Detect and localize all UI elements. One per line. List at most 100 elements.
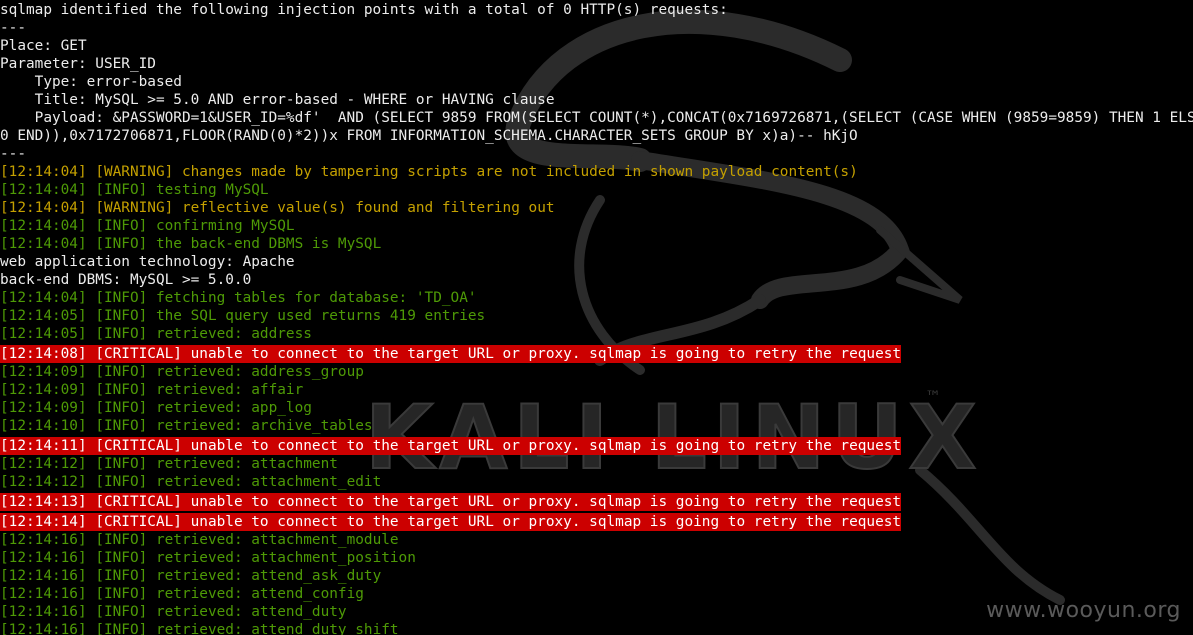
output-line: web application technology: Apache bbox=[0, 254, 295, 270]
info-log-line: [12:14:12] [INFO] retrieved: attachment_… bbox=[0, 473, 1193, 491]
log-message: changes made by tampering scripts are no… bbox=[181, 164, 858, 180]
log-timestamp: [12:14:04] bbox=[0, 182, 87, 198]
log-message: confirming MySQL bbox=[155, 218, 295, 234]
log-timestamp: [12:14:10] bbox=[0, 418, 87, 434]
log-level: [INFO] bbox=[95, 550, 148, 566]
log-timestamp: [12:14:08] bbox=[0, 346, 87, 362]
log-level: [INFO] bbox=[95, 474, 148, 490]
log-level: [INFO] bbox=[95, 382, 148, 398]
log-message: retrieved: app_log bbox=[155, 400, 312, 416]
terminal-window[interactable]: KALI LINUX ™ www.wooyun.org sqlmap ident… bbox=[0, 0, 1193, 635]
log-level: [INFO] bbox=[95, 456, 148, 472]
warning-log-line: [12:14:04] [WARNING] reflective value(s)… bbox=[0, 199, 1193, 217]
log-message: retrieved: attachment_module bbox=[155, 532, 399, 548]
info-log-line: [12:14:04] [INFO] fetching tables for da… bbox=[0, 289, 1193, 307]
log-timestamp: [12:14:04] bbox=[0, 236, 87, 252]
output-line: --- bbox=[0, 20, 26, 36]
log-level: [INFO] bbox=[95, 326, 148, 342]
log-timestamp: [12:14:16] bbox=[0, 622, 87, 635]
log-timestamp: [12:14:16] bbox=[0, 568, 87, 584]
log-message: unable to connect to the target URL or p… bbox=[190, 514, 902, 530]
info-log-line: [12:14:05] [INFO] the SQL query used ret… bbox=[0, 307, 1193, 325]
log-timestamp: [12:14:11] bbox=[0, 438, 87, 454]
log-timestamp: [12:14:05] bbox=[0, 308, 87, 324]
log-timestamp: [12:14:16] bbox=[0, 586, 87, 602]
log-message: retrieved: attend_ask_duty bbox=[155, 568, 382, 584]
critical-log-line: [12:14:11] [CRITICAL] unable to connect … bbox=[0, 437, 902, 455]
log-message: retrieved: archive_tables bbox=[155, 418, 373, 434]
critical-log-line: [12:14:13] [CRITICAL] unable to connect … bbox=[0, 493, 902, 511]
output-line: back-end DBMS: MySQL >= 5.0.0 bbox=[0, 272, 252, 288]
log-level: [INFO] bbox=[95, 586, 148, 602]
log-message: unable to connect to the target URL or p… bbox=[190, 438, 902, 454]
log-timestamp: [12:14:16] bbox=[0, 604, 87, 620]
warning-log-line: [12:14:04] [WARNING] changes made by tam… bbox=[0, 163, 1193, 181]
log-timestamp: [12:14:09] bbox=[0, 364, 87, 380]
info-log-line: [12:14:16] [INFO] retrieved: attend_ask_… bbox=[0, 567, 1193, 585]
log-timestamp: [12:14:04] bbox=[0, 290, 87, 306]
info-log-line: [12:14:04] [INFO] testing MySQL bbox=[0, 181, 1193, 199]
critical-log-line: [12:14:08] [CRITICAL] unable to connect … bbox=[0, 345, 902, 363]
log-level: [INFO] bbox=[95, 218, 148, 234]
log-message: fetching tables for database: 'TD_OA' bbox=[155, 290, 477, 306]
log-message: unable to connect to the target URL or p… bbox=[190, 494, 902, 510]
output-line: Place: GET bbox=[0, 38, 87, 54]
log-timestamp: [12:14:05] bbox=[0, 326, 87, 342]
log-level: [INFO] bbox=[95, 290, 148, 306]
log-message: the back-end DBMS is MySQL bbox=[155, 236, 382, 252]
info-log-line: [12:14:09] [INFO] retrieved: address_gro… bbox=[0, 363, 1193, 381]
log-timestamp: [12:14:12] bbox=[0, 456, 87, 472]
info-log-line: [12:14:16] [INFO] retrieved: attend_duty bbox=[0, 603, 1193, 621]
log-level: [CRITICAL] bbox=[95, 346, 182, 362]
info-log-line: [12:14:16] [INFO] retrieved: attend_duty… bbox=[0, 621, 1193, 635]
log-timestamp: [12:14:14] bbox=[0, 514, 87, 530]
log-timestamp: [12:14:09] bbox=[0, 400, 87, 416]
info-log-line: [12:14:09] [INFO] retrieved: app_log bbox=[0, 399, 1193, 417]
output-line: sqlmap identified the following injectio… bbox=[0, 2, 728, 18]
output-line: Title: MySQL >= 5.0 AND error-based - WH… bbox=[0, 92, 555, 108]
output-line: --- bbox=[0, 146, 26, 162]
log-level: [INFO] bbox=[95, 532, 148, 548]
log-level: [INFO] bbox=[95, 622, 148, 635]
log-timestamp: [12:14:04] bbox=[0, 164, 87, 180]
info-log-line: [12:14:16] [INFO] retrieved: attachment_… bbox=[0, 549, 1193, 567]
log-level: [INFO] bbox=[95, 308, 148, 324]
info-log-line: [12:14:05] [INFO] retrieved: address bbox=[0, 325, 1193, 343]
log-level: [INFO] bbox=[95, 364, 148, 380]
log-timestamp: [12:14:13] bbox=[0, 494, 87, 510]
log-message: retrieved: address bbox=[155, 326, 312, 342]
info-log-line: [12:14:04] [INFO] confirming MySQL bbox=[0, 217, 1193, 235]
critical-log-line: [12:14:14] [CRITICAL] unable to connect … bbox=[0, 513, 902, 531]
log-message: retrieved: attachment_edit bbox=[155, 474, 382, 490]
log-message: the SQL query used returns 419 entries bbox=[155, 308, 486, 324]
log-message: retrieved: attend_duty bbox=[155, 604, 347, 620]
log-message: retrieved: address_group bbox=[155, 364, 364, 380]
log-level: [CRITICAL] bbox=[95, 438, 182, 454]
log-level: [INFO] bbox=[95, 182, 148, 198]
info-log-line: [12:14:12] [INFO] retrieved: attachment bbox=[0, 455, 1193, 473]
log-message: reflective value(s) found and filtering … bbox=[181, 200, 555, 216]
output-line: Payload: &PASSWORD=1&USER_ID=%df' AND (S… bbox=[0, 110, 1193, 126]
log-timestamp: [12:14:12] bbox=[0, 474, 87, 490]
info-log-line: [12:14:10] [INFO] retrieved: archive_tab… bbox=[0, 417, 1193, 435]
log-timestamp: [12:14:04] bbox=[0, 218, 87, 234]
log-timestamp: [12:14:16] bbox=[0, 550, 87, 566]
log-message: retrieved: affair bbox=[155, 382, 304, 398]
log-message: retrieved: attend_duty_shift bbox=[155, 622, 399, 635]
log-level: [WARNING] bbox=[95, 164, 174, 180]
output-line: 0 END)),0x7172706871,FLOOR(RAND(0)*2))x … bbox=[0, 128, 858, 144]
output-line: Type: error-based bbox=[0, 74, 182, 90]
log-level: [WARNING] bbox=[95, 200, 174, 216]
log-message: retrieved: attend_config bbox=[155, 586, 364, 602]
log-message: testing MySQL bbox=[155, 182, 269, 198]
log-level: [INFO] bbox=[95, 568, 148, 584]
log-level: [CRITICAL] bbox=[95, 494, 182, 510]
log-timestamp: [12:14:09] bbox=[0, 382, 87, 398]
log-timestamp: [12:14:16] bbox=[0, 532, 87, 548]
info-log-line: [12:14:04] [INFO] the back-end DBMS is M… bbox=[0, 235, 1193, 253]
log-level: [INFO] bbox=[95, 236, 148, 252]
log-level: [INFO] bbox=[95, 400, 148, 416]
log-level: [INFO] bbox=[95, 418, 148, 434]
log-message: unable to connect to the target URL or p… bbox=[190, 346, 902, 362]
log-level: [INFO] bbox=[95, 604, 148, 620]
